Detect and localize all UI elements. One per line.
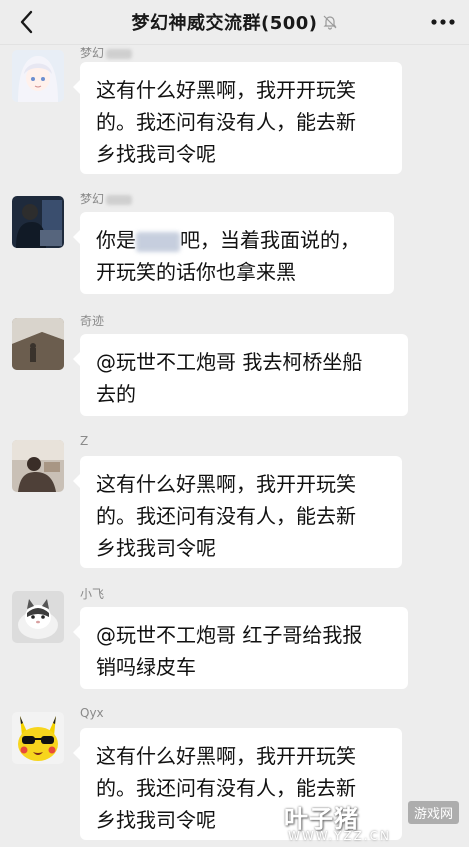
site-watermark: 叶子猪 游戏网 WWW.YZZ.CN [284,797,459,843]
dark-photo-avatar[interactable] [12,196,64,248]
message-line: 销吗绿皮车 [96,655,196,679]
watermark-tag: 游戏网 [407,801,459,824]
chat-header: 梦幻神威交流群(500) [0,0,469,45]
chat-title: 梦幻神威交流群(500) [131,13,318,34]
sender-name: 梦幻 [80,190,133,207]
message-line: @玩世不工炮哥 红子哥给我报 [96,623,363,647]
anime-girl-avatar[interactable] [12,50,64,102]
message-bubble[interactable]: 你是 吧，当着我面说的， 开玩笑的话你也拿来黑 [73,212,394,294]
landscape-avatar[interactable] [12,318,64,370]
message-line: 开玩笑的话你也拿来黑 [96,260,296,284]
message-line: 乡找我司令呢 [96,536,216,560]
message-line: 乡找我司令呢 [96,142,216,166]
redacted-text [136,231,180,252]
message-line: 你是 吧，当着我面说的， [96,228,360,252]
message-line: 这有什么好黑啊，我开开玩笑 [96,744,356,768]
more-button[interactable] [429,10,457,34]
person-photo-avatar[interactable] [12,440,64,492]
message-bubble[interactable]: @玩世不工炮哥 红子哥给我报 销吗绿皮车 [73,607,408,689]
message-bubble[interactable]: 这有什么好黑啊，我开开玩笑 的。我还问有没有人，能去新 乡找我司令呢 [73,456,402,568]
sender-name: Qyx [80,706,104,720]
watermark-url: WWW.YZZ.CN [288,829,391,843]
sender-name: Z [80,434,89,448]
cat-avatar[interactable] [12,591,64,643]
pikachu-sunglasses-avatar[interactable] [12,712,64,764]
message-line: 去的 [96,382,136,406]
bell-off-icon [323,15,336,30]
sender-name: 小飞 [80,587,105,601]
message-bubble[interactable]: @玩世不工炮哥 我去柯桥坐船 去的 [73,334,408,416]
sender-name: 奇迹 [80,314,105,328]
message-line: 的。我还问有没有人，能去新 [96,504,356,528]
message-line: 这有什么好黑啊，我开开玩笑 [96,472,356,496]
message-line: 这有什么好黑啊，我开开玩笑 [96,78,356,102]
more-dots-icon [431,19,455,25]
message-line: @玩世不工炮哥 我去柯桥坐船 [96,350,363,374]
sender-name: 梦幻 [80,44,133,61]
message-line: 的。我还问有没有人，能去新 [96,110,356,134]
message-bubble[interactable]: 这有什么好黑啊，我开开玩笑 的。我还问有没有人，能去新 乡找我司令呢 [73,62,402,174]
